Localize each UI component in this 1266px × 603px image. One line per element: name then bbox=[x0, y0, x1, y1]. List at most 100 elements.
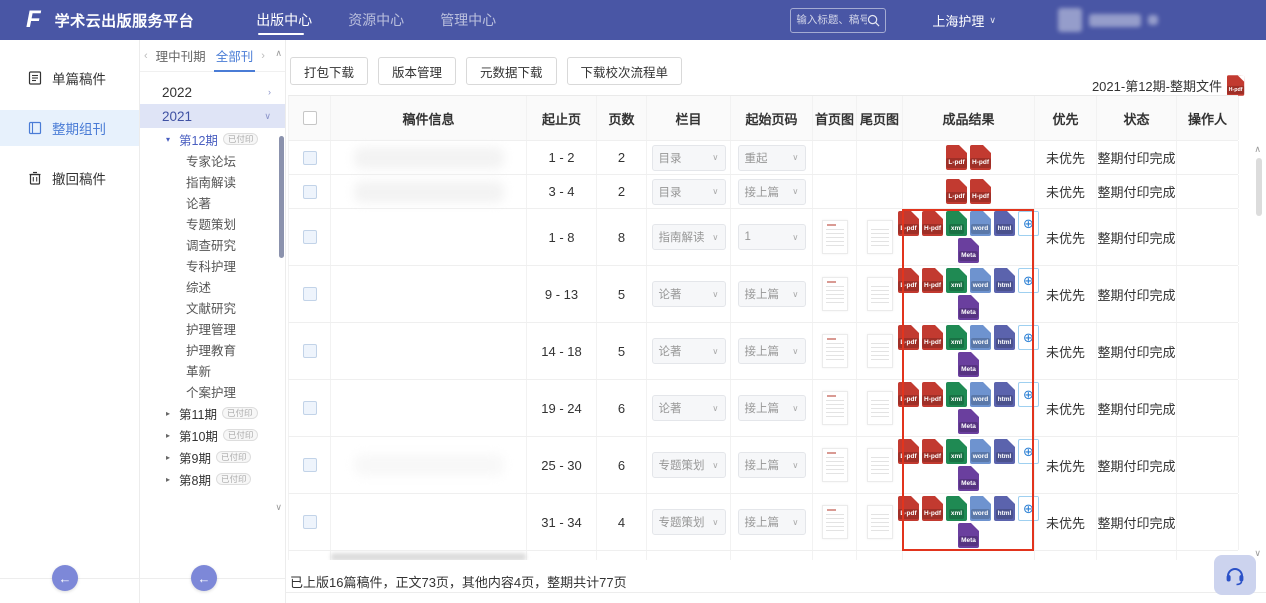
word-file-icon[interactable]: word bbox=[970, 496, 991, 521]
H-pdf-file-icon[interactable]: H-pdf bbox=[970, 179, 991, 204]
table-scrollbar-thumb[interactable] bbox=[1256, 158, 1262, 216]
table-scroll-up-icon[interactable]: ∧ bbox=[1254, 144, 1261, 155]
tree-scroll-up-icon[interactable]: ∧ bbox=[275, 48, 282, 59]
xml-file-icon[interactable]: xml bbox=[946, 211, 967, 236]
collapse-sidebar-button[interactable]: ← bbox=[52, 565, 78, 591]
html-file-icon[interactable]: html bbox=[994, 211, 1015, 236]
startpage-select[interactable]: 接上篇∨ bbox=[738, 281, 806, 307]
tree-section-综述[interactable]: 综述 bbox=[140, 276, 285, 297]
xml-file-icon[interactable]: xml bbox=[946, 496, 967, 521]
Meta-file-icon[interactable]: Meta bbox=[958, 466, 979, 491]
html-file-icon[interactable]: html bbox=[994, 382, 1015, 407]
tabs-scroll-left-icon[interactable]: ‹ bbox=[144, 50, 148, 62]
H-pdf-file-icon[interactable]: H-pdf bbox=[1227, 75, 1244, 96]
xml-file-icon[interactable]: xml bbox=[946, 382, 967, 407]
H-pdf-file-icon[interactable]: H-pdf bbox=[922, 325, 943, 350]
table-scroll-down-icon[interactable]: ∨ bbox=[1254, 548, 1261, 559]
package-download-button[interactable]: 打包下载 bbox=[290, 57, 368, 85]
tree-section-调查研究[interactable]: 调查研究 bbox=[140, 234, 285, 255]
row-checkbox[interactable] bbox=[303, 151, 317, 165]
tree-issue-第9期[interactable]: ▸第9期已付印 bbox=[140, 446, 285, 468]
word-file-icon[interactable]: word bbox=[970, 211, 991, 236]
collapse-panel-button[interactable]: ← bbox=[191, 565, 217, 591]
nav-resource-center[interactable]: 资源中心 bbox=[348, 0, 404, 40]
last-page-thumbnail[interactable] bbox=[867, 220, 893, 254]
L-pdf-file-icon[interactable]: L-pdf bbox=[898, 268, 919, 293]
Meta-file-icon[interactable]: Meta bbox=[958, 352, 979, 377]
H-pdf-file-icon[interactable]: H-pdf bbox=[922, 211, 943, 236]
L-pdf-file-icon[interactable]: L-pdf bbox=[898, 382, 919, 407]
search-input[interactable] bbox=[796, 14, 867, 26]
html-file-icon[interactable]: html bbox=[994, 439, 1015, 464]
startpage-select[interactable]: 接上篇∨ bbox=[738, 395, 806, 421]
sidebar-item-whole-issue[interactable]: 整期组刊 bbox=[0, 110, 139, 146]
row-checkbox[interactable] bbox=[303, 401, 317, 415]
column-select[interactable]: 论著∨ bbox=[652, 281, 726, 307]
search-icon[interactable] bbox=[867, 14, 880, 27]
L-pdf-file-icon[interactable]: L-pdf bbox=[898, 439, 919, 464]
word-file-icon[interactable]: word bbox=[970, 439, 991, 464]
column-select[interactable]: 指南解读∨ bbox=[652, 224, 726, 250]
last-page-thumbnail[interactable] bbox=[867, 334, 893, 368]
tree-issue-第10期[interactable]: ▸第10期已付印 bbox=[140, 424, 285, 446]
L-pdf-file-icon[interactable]: L-pdf bbox=[898, 496, 919, 521]
row-checkbox[interactable] bbox=[303, 287, 317, 301]
html-file-icon[interactable]: html bbox=[994, 496, 1015, 521]
tree-issue-第11期[interactable]: ▸第11期已付印 bbox=[140, 402, 285, 424]
tree-section-护理管理[interactable]: 护理管理 bbox=[140, 318, 285, 339]
xml-file-icon[interactable]: xml bbox=[946, 325, 967, 350]
org-selector[interactable]: 上海护理 ∨ bbox=[932, 11, 996, 30]
tab-all-journals[interactable]: 全部刊 bbox=[214, 40, 256, 72]
Meta-file-icon[interactable]: Meta bbox=[958, 523, 979, 548]
column-select[interactable]: 专题策划∨ bbox=[652, 452, 726, 478]
Meta-file-icon[interactable]: Meta bbox=[958, 409, 979, 434]
version-manage-button[interactable]: 版本管理 bbox=[378, 57, 456, 85]
first-page-thumbnail[interactable] bbox=[822, 220, 848, 254]
tree-issue-第12期[interactable]: ▾第12期已付印 bbox=[140, 128, 285, 150]
last-page-thumbnail[interactable] bbox=[867, 391, 893, 425]
startpage-select[interactable]: 重起∨ bbox=[738, 145, 806, 171]
tab-processing-issues[interactable]: 理中刊期 bbox=[154, 40, 208, 72]
L-pdf-file-icon[interactable]: L-pdf bbox=[946, 179, 967, 204]
nav-manage-center[interactable]: 管理中心 bbox=[440, 0, 496, 40]
user-area[interactable] bbox=[1058, 8, 1158, 32]
tabs-scroll-right-icon[interactable]: › bbox=[261, 50, 265, 62]
tree-section-革新[interactable]: 革新 bbox=[140, 360, 285, 381]
H-pdf-file-icon[interactable]: H-pdf bbox=[922, 268, 943, 293]
select-all-checkbox[interactable] bbox=[303, 111, 317, 125]
tree-section-论著[interactable]: 论著 bbox=[140, 192, 285, 213]
tree-scroll-down-icon[interactable]: ∨ bbox=[275, 502, 282, 513]
tree-issue-第8期[interactable]: ▸第8期已付印 bbox=[140, 468, 285, 490]
customer-support-button[interactable] bbox=[1214, 555, 1256, 595]
row-checkbox[interactable] bbox=[303, 230, 317, 244]
row-checkbox[interactable] bbox=[303, 344, 317, 358]
L-pdf-file-icon[interactable]: L-pdf bbox=[898, 211, 919, 236]
tree-year-2022[interactable]: 2022› bbox=[140, 80, 285, 104]
html-file-icon[interactable]: html bbox=[994, 325, 1015, 350]
tree-section-专家论坛[interactable]: 专家论坛 bbox=[140, 150, 285, 171]
first-page-thumbnail[interactable] bbox=[822, 277, 848, 311]
startpage-select[interactable]: 接上篇∨ bbox=[738, 338, 806, 364]
last-page-thumbnail[interactable] bbox=[867, 505, 893, 539]
xml-file-icon[interactable]: xml bbox=[946, 439, 967, 464]
sidebar-item-single-manuscripts[interactable]: 单篇稿件 bbox=[0, 60, 139, 96]
proof-flow-download-button[interactable]: 下载校次流程单 bbox=[567, 57, 683, 85]
startpage-select[interactable]: 接上篇∨ bbox=[738, 452, 806, 478]
column-select[interactable]: 专题策划∨ bbox=[652, 509, 726, 535]
tree-section-个案护理[interactable]: 个案护理 bbox=[140, 381, 285, 402]
tree-scrollbar-thumb[interactable] bbox=[279, 136, 284, 258]
Meta-file-icon[interactable]: Meta bbox=[958, 238, 979, 263]
word-file-icon[interactable]: word bbox=[970, 268, 991, 293]
startpage-select[interactable]: 接上篇∨ bbox=[738, 179, 806, 205]
last-page-thumbnail[interactable] bbox=[867, 448, 893, 482]
startpage-select[interactable]: 接上篇∨ bbox=[738, 509, 806, 535]
L-pdf-file-icon[interactable]: L-pdf bbox=[898, 325, 919, 350]
H-pdf-file-icon[interactable]: H-pdf bbox=[922, 382, 943, 407]
Meta-file-icon[interactable]: Meta bbox=[958, 295, 979, 320]
startpage-select[interactable]: 1∨ bbox=[738, 224, 806, 250]
row-checkbox[interactable] bbox=[303, 515, 317, 529]
column-select[interactable]: 目录∨ bbox=[652, 145, 726, 171]
sidebar-item-withdrawn[interactable]: 撤回稿件 bbox=[0, 160, 139, 196]
L-pdf-file-icon[interactable]: L-pdf bbox=[946, 145, 967, 170]
row-checkbox[interactable] bbox=[303, 458, 317, 472]
